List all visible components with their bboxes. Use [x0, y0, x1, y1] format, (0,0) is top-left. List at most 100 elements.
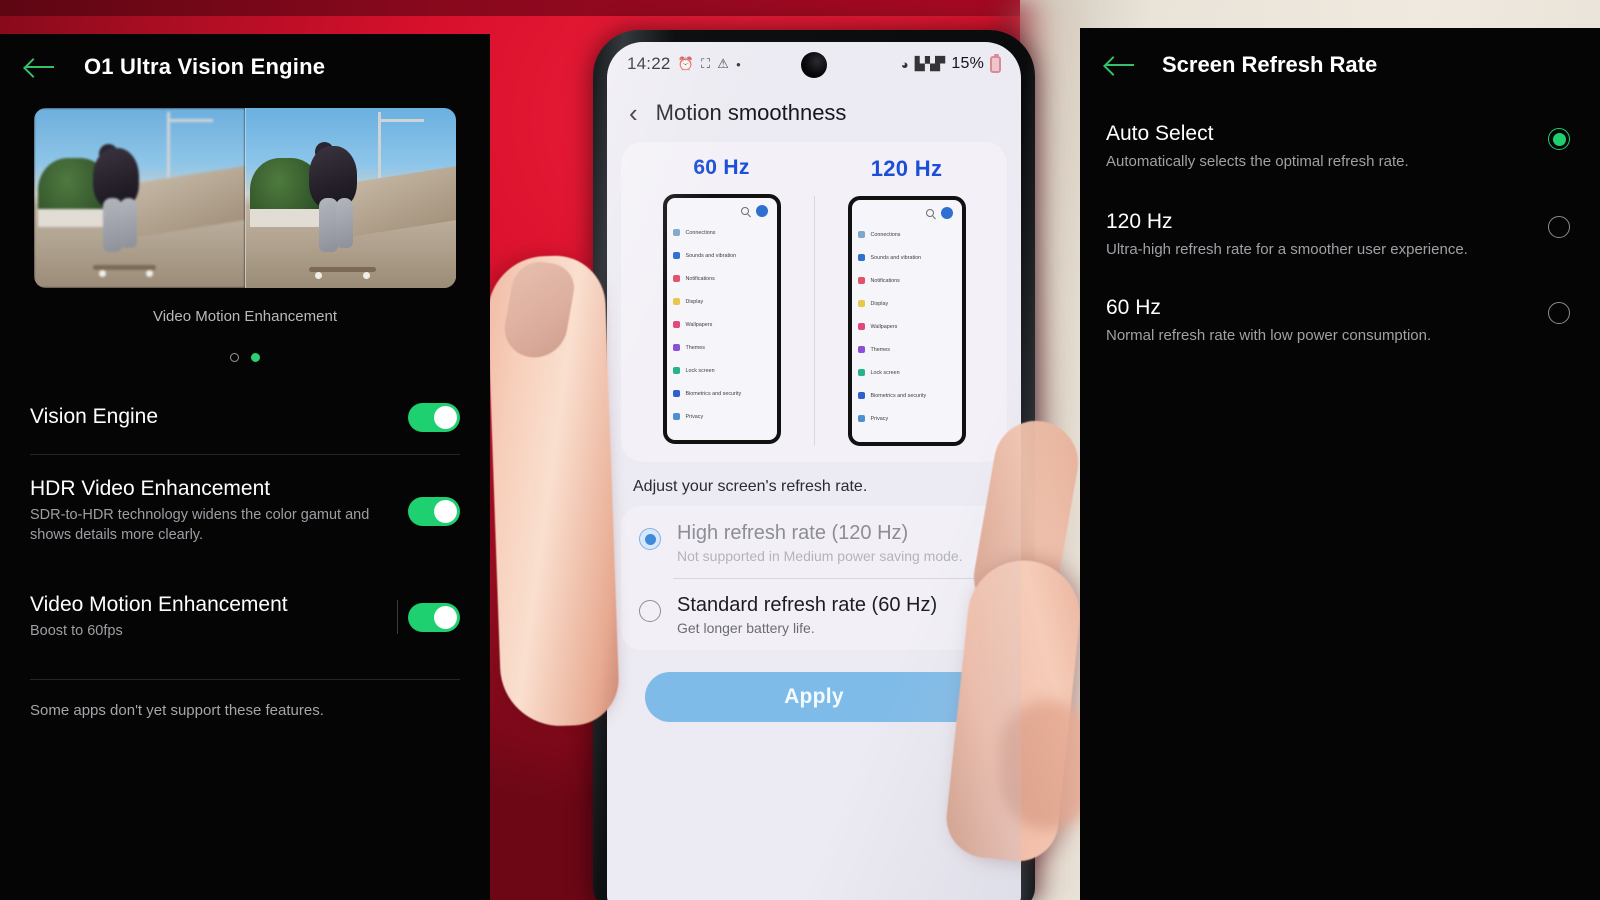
search-icon [740, 207, 749, 215]
row-title: HDR Video Enhancement [30, 476, 271, 500]
wifi-icon: ◕ [900, 56, 909, 72]
pager-dots[interactable] [0, 353, 490, 362]
display-icon [672, 298, 680, 305]
option-subtitle: Normal refresh rate with low power consu… [1106, 327, 1432, 344]
battery-percent: 15% [951, 55, 984, 72]
radio-60hz[interactable] [1548, 302, 1570, 324]
option-title: 120 Hz [1106, 210, 1173, 233]
refresh-option-60hz[interactable]: 60 Hz Normal refresh rate with low power… [1080, 258, 1600, 344]
option-standard-refresh-rate[interactable]: Standard refresh rate (60 Hz) Get longer… [621, 578, 1007, 650]
panel-header: Screen Refresh Rate [1080, 28, 1600, 84]
list-item: Biometrics and security [857, 384, 956, 407]
option-text-group: Standard refresh rate (60 Hz) Get longer… [677, 594, 937, 636]
lamp-arm [378, 118, 425, 122]
chevron-left-icon[interactable]: ‹ [629, 100, 638, 126]
list-item-label: Biometrics and security [870, 392, 927, 399]
page-title: O1 Ultra Vision Engine [84, 54, 326, 79]
list-item-label: Themes [685, 344, 705, 351]
option-title: Auto Select [1106, 122, 1214, 145]
option-subtitle: Not supported in Medium power saving mod… [677, 548, 963, 564]
pager-dot-2[interactable] [251, 353, 260, 362]
connections-icon [857, 231, 865, 238]
screen-refresh-rate-panel: Screen Refresh Rate Auto Select Automati… [1080, 28, 1600, 900]
themes-icon [857, 346, 865, 353]
warning-icon: ⚠ [717, 56, 730, 71]
setting-row-vision-engine[interactable]: Vision Engine [0, 380, 490, 454]
preview-column-120hz: 120 Hz Connections Sounds and vibration … [814, 156, 999, 446]
refresh-option-auto-select[interactable]: Auto Select Automatically selects the op… [1080, 84, 1600, 170]
back-arrow-icon[interactable] [26, 57, 56, 77]
screenshot-icon: ⛶ [700, 56, 711, 71]
radio-auto-select[interactable] [1548, 128, 1570, 150]
list-item: Display [672, 290, 771, 313]
list-item-label: Notifications [685, 275, 715, 282]
toggle-vision-engine[interactable] [408, 402, 460, 432]
mini-top-bar [852, 200, 962, 223]
toggle-hdr-video-enhancement[interactable] [408, 496, 460, 526]
preview-label-120hz: 120 Hz [870, 156, 943, 181]
status-time: 14:22 [627, 54, 671, 73]
list-item-label: Sounds and vibration [685, 252, 737, 259]
lock-screen-icon [857, 369, 865, 376]
option-high-refresh-rate[interactable]: High refresh rate (120 Hz) Not supported… [621, 506, 1007, 578]
rider-legs [336, 198, 353, 249]
setting-row-hdr-video-enhancement[interactable]: HDR Video Enhancement SDR-to-HDR technol… [0, 455, 490, 567]
themes-icon [672, 344, 680, 351]
search-icon [925, 209, 934, 217]
list-item: Sounds and vibration [672, 244, 771, 267]
phone-app-bar: ‹ Motion smoothness [607, 86, 1021, 136]
row-text-group: Vision Engine [30, 405, 408, 429]
privacy-icon [672, 413, 680, 420]
mini-phone-60hz: Connections Sounds and vibration Notific… [662, 194, 781, 444]
list-item-label: Notifications [870, 277, 900, 284]
vision-engine-panel: O1 Ultra Vision Engine Video Motion Enha… [0, 34, 490, 900]
apply-button[interactable]: Apply [645, 672, 983, 722]
pager-dot-1[interactable] [230, 353, 239, 362]
rider-legs [120, 198, 138, 249]
option-subtitle: Automatically selects the optimal refres… [1106, 153, 1409, 170]
refresh-rate-preview-card: 60 Hz Connections Sounds and vibration N… [621, 142, 1007, 462]
back-arrow-icon[interactable] [1106, 55, 1136, 75]
option-text-group: High refresh rate (120 Hz) Not supported… [677, 522, 963, 564]
list-item: Connections [857, 223, 956, 246]
video-half-after [244, 108, 456, 288]
list-item-label: Lock screen [870, 369, 900, 376]
mini-settings-list-120hz: Connections Sounds and vibration Notific… [852, 223, 962, 430]
biometrics-icon [672, 390, 680, 397]
dot-icon: • [736, 56, 741, 72]
option-title: 60 Hz [1106, 296, 1161, 319]
list-item-label: Connections [685, 229, 716, 236]
preview-divider [814, 196, 815, 446]
toggle-video-motion-enhancement[interactable] [408, 602, 460, 632]
lamp-arm [166, 118, 213, 122]
list-item-label: Display [685, 298, 704, 305]
list-item-label: Privacy [685, 413, 704, 420]
row-text-group: Video Motion Enhancement Boost to 60fps [30, 593, 408, 642]
list-item-label: Sounds and vibration [870, 254, 922, 261]
row-vertical-divider [397, 600, 398, 634]
refresh-option-120hz[interactable]: 120 Hz Ultra-high refresh rate for a smo… [1080, 170, 1600, 258]
list-item-label: Themes [870, 346, 890, 353]
list-item: Privacy [672, 405, 771, 428]
display-icon [857, 300, 865, 307]
screenshot-root: 14:22 ⏰ ⛶ ⚠ • ◕ ▙▚▛ 15% ‹ Motion smoothn… [0, 0, 1600, 900]
radio-high-refresh-rate[interactable] [639, 528, 661, 550]
skate-wheel [145, 270, 153, 278]
list-item: Notifications [672, 267, 771, 290]
list-item: Connections [672, 221, 771, 244]
list-item: Sounds and vibration [857, 246, 956, 269]
list-item: Display [857, 292, 956, 315]
front-camera-punchhole [801, 52, 827, 78]
list-item: Wallpapers [857, 315, 956, 338]
list-item-label: Connections [870, 231, 901, 238]
footnote-text: Some apps don't yet support these featur… [30, 702, 324, 719]
list-item-label: Wallpapers [870, 323, 898, 330]
list-item-label: Lock screen [685, 367, 715, 374]
radio-120hz[interactable] [1548, 216, 1570, 238]
radio-standard-refresh-rate[interactable] [639, 600, 661, 622]
status-bar-left: 14:22 ⏰ ⛶ ⚠ • [627, 54, 741, 74]
notifications-icon [672, 275, 680, 282]
mini-phone-120hz: Connections Sounds and vibration Notific… [847, 196, 966, 446]
option-subtitle: Ultra-high refresh rate for a smoother u… [1106, 241, 1468, 258]
setting-row-video-motion-enhancement[interactable]: Video Motion Enhancement Boost to 60fps [0, 573, 490, 661]
